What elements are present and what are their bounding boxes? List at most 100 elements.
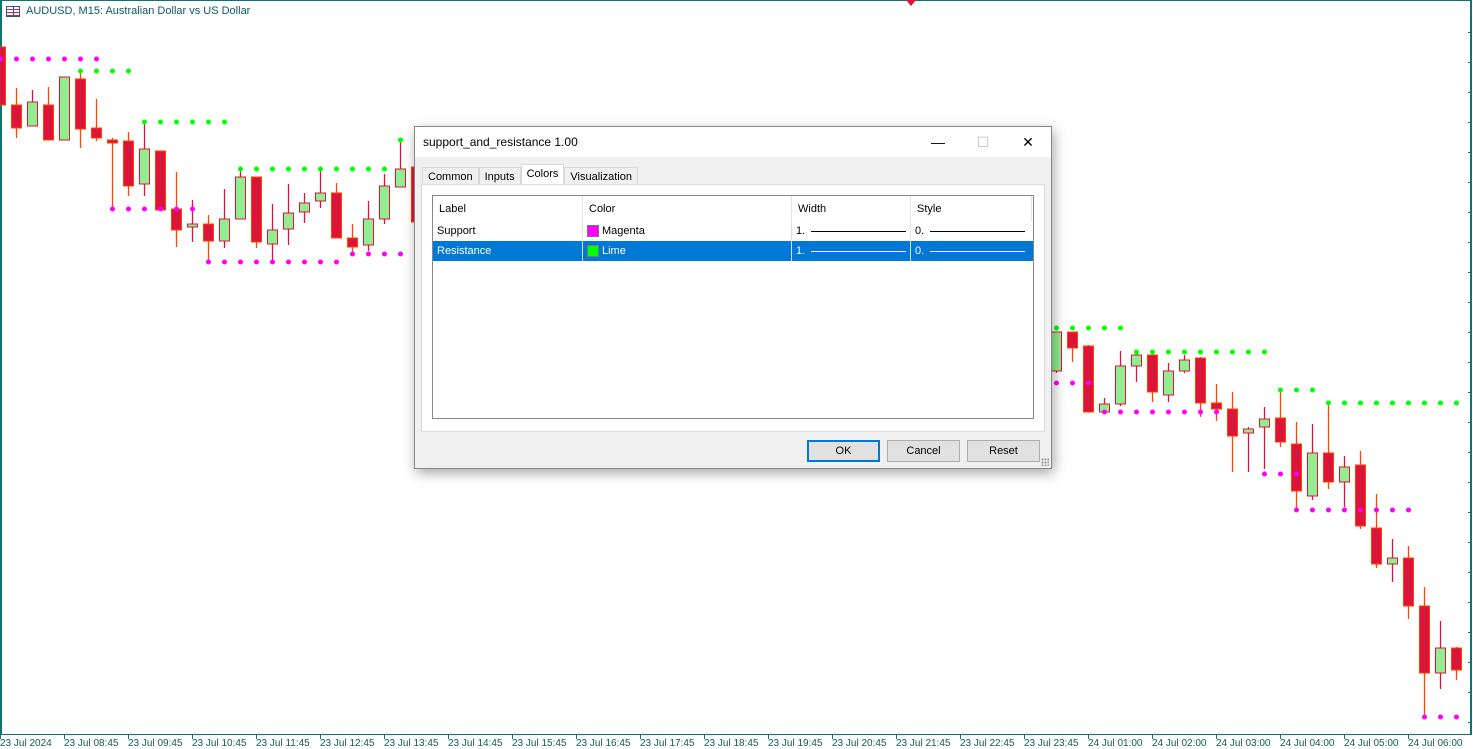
resistance-dot	[1358, 400, 1363, 406]
price-tick	[1468, 512, 1472, 513]
width-select[interactable]: 1.	[792, 221, 911, 241]
reset-button[interactable]: Reset	[967, 440, 1040, 462]
bear-candle	[91, 127, 102, 139]
maximize-button[interactable]: ☐	[960, 127, 1006, 157]
line-width-preview-icon	[811, 250, 907, 252]
color-picker[interactable]: Magenta	[583, 221, 792, 241]
resistance-dot	[366, 166, 371, 172]
support-dot	[302, 259, 307, 265]
support-dot	[62, 56, 67, 62]
support-dot	[30, 56, 35, 62]
support-dot	[1150, 409, 1155, 415]
table-row-support[interactable]: Support Magenta 1. 0.	[433, 221, 1033, 241]
bear-candle	[171, 208, 182, 231]
support-dot	[14, 56, 19, 62]
tab-visualization[interactable]: Visualization	[564, 167, 638, 185]
bull-candle	[1435, 647, 1446, 674]
resistance-dot	[1326, 400, 1331, 406]
bull-candle	[187, 223, 198, 228]
resistance-dot	[94, 68, 99, 74]
ok-button[interactable]: OK	[807, 440, 880, 462]
bull-candle	[1259, 418, 1270, 428]
price-tick	[1468, 722, 1472, 723]
resize-grip-icon[interactable]	[1041, 458, 1049, 466]
time-label: 24 Jul 01:00	[1088, 738, 1143, 749]
color-picker[interactable]: Lime	[583, 241, 792, 261]
price-tick	[1468, 602, 1472, 603]
resistance-dot	[334, 166, 339, 172]
support-dot	[126, 206, 131, 212]
width-select[interactable]: 1.	[792, 241, 911, 261]
resistance-dot	[1374, 400, 1379, 406]
bull-candle	[219, 218, 230, 242]
bull-candle	[395, 168, 406, 188]
dialog-title: support_and_resistance 1.00	[423, 135, 578, 149]
support-dot	[1294, 471, 1299, 477]
style-select[interactable]: 0.	[911, 241, 1032, 261]
price-tick	[1468, 542, 1472, 543]
chart-shift-marker-icon[interactable]	[906, 0, 916, 6]
bull-candle	[315, 192, 326, 202]
support-dot	[222, 259, 227, 265]
dialog-title-bar[interactable]: support_and_resistance 1.00 — ☐ ✕	[415, 127, 1051, 157]
column-header-label[interactable]: Label	[433, 196, 583, 221]
bear-candle	[1323, 452, 1334, 483]
resistance-dot	[318, 166, 323, 172]
time-label: 23 Jul 13:45	[384, 738, 439, 749]
bull-candle	[59, 76, 70, 141]
time-label: 23 Jul 12:45	[320, 738, 375, 749]
column-header-style[interactable]: Style	[911, 196, 1032, 221]
chart-window-icon	[6, 5, 20, 17]
support-dot	[286, 259, 291, 265]
support-dot	[366, 251, 371, 257]
price-tick	[1468, 482, 1472, 483]
support-dot	[398, 251, 403, 257]
bear-candle	[1275, 417, 1286, 443]
time-label: 23 Jul 15:45	[512, 738, 567, 749]
cancel-button[interactable]: Cancel	[887, 440, 960, 462]
bull-candle	[1163, 370, 1174, 396]
style-select[interactable]: 0.	[911, 221, 1032, 241]
tab-inputs[interactable]: Inputs	[478, 167, 521, 185]
price-tick	[1468, 182, 1472, 183]
resistance-dot	[206, 119, 211, 125]
price-tick	[1468, 692, 1472, 693]
bull-candle	[363, 218, 374, 246]
support-dot	[1326, 507, 1331, 513]
close-button[interactable]: ✕	[1005, 127, 1051, 157]
minimize-button[interactable]: —	[915, 127, 961, 157]
column-header-width[interactable]: Width	[792, 196, 911, 221]
bear-candle	[0, 46, 6, 106]
support-dot	[158, 206, 163, 212]
time-axis: 23 Jul 2024 23 Jul 08:45 23 Jul 09:45 23 Ju…	[0, 735, 1473, 749]
tab-common[interactable]: Common	[422, 167, 479, 185]
indicator-properties-dialog: support_and_resistance 1.00 — ☐ ✕ Common…	[414, 126, 1052, 469]
resistance-dot	[1246, 349, 1251, 355]
bull-candle	[379, 185, 390, 220]
style-value: 0.	[915, 225, 925, 237]
time-label: 23 Jul 08:45	[64, 738, 119, 749]
support-dot	[190, 206, 195, 212]
colors-panel: Label Color Width Style Support Magenta …	[421, 184, 1045, 432]
resistance-dot	[222, 119, 227, 125]
resistance-dot	[1214, 349, 1219, 355]
time-label: 23 Jul 18:45	[704, 738, 759, 749]
bear-candle	[1195, 357, 1206, 404]
colors-table: Label Color Width Style Support Magenta …	[432, 195, 1034, 419]
table-row-resistance[interactable]: Resistance Lime 1. 0.	[433, 241, 1033, 261]
bull-candle	[27, 101, 38, 127]
bull-candle	[1115, 365, 1126, 405]
bull-candle	[1179, 359, 1190, 372]
bear-candle	[1419, 605, 1430, 674]
time-label: 23 Jul 19:45	[768, 738, 823, 749]
symbol-title: AUDUSD, M15: Australian Dollar vs US Dol…	[26, 5, 251, 17]
bull-candle	[1131, 354, 1142, 367]
row-label: Resistance	[433, 241, 583, 261]
bear-candle	[1147, 354, 1158, 393]
resistance-dot	[1438, 400, 1443, 406]
resistance-dot	[238, 166, 243, 172]
column-header-color[interactable]: Color	[583, 196, 792, 221]
resistance-dot	[1454, 400, 1459, 406]
support-dot	[1454, 714, 1459, 720]
tab-colors[interactable]: Colors	[520, 164, 565, 185]
